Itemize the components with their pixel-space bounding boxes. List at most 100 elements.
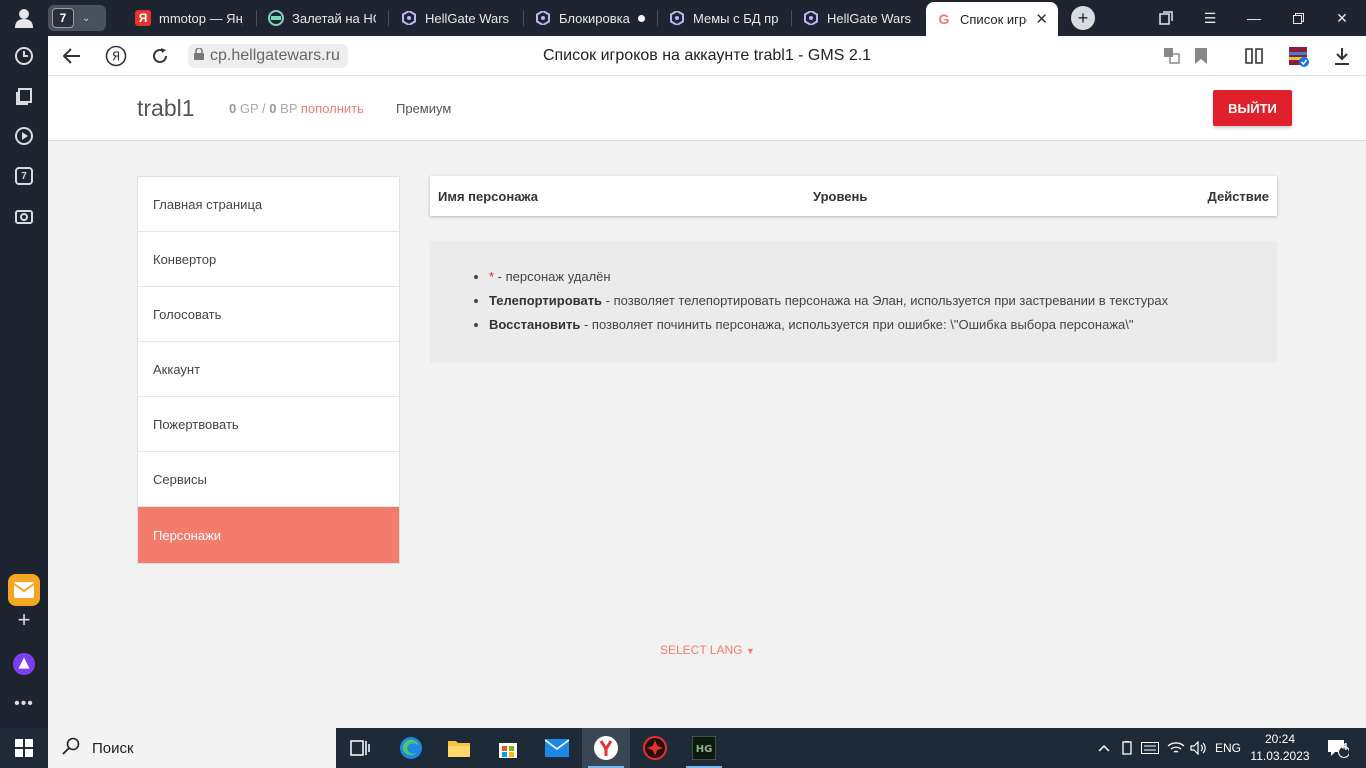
column-header-action: Действие bbox=[1207, 188, 1269, 204]
tab-site-icon bbox=[268, 10, 284, 26]
restore-icon[interactable] bbox=[1276, 0, 1320, 36]
browser-tab[interactable]: Блокировка bbox=[525, 3, 655, 33]
browser-tab[interactable]: Я mmotop — Янд bbox=[125, 3, 253, 33]
minimize-icon[interactable]: — bbox=[1232, 0, 1276, 36]
yandex-home-icon[interactable]: Я bbox=[104, 44, 128, 68]
search-icon bbox=[62, 737, 80, 759]
hellgate-game-icon[interactable]: HG bbox=[680, 728, 728, 768]
wifi-icon[interactable] bbox=[1165, 728, 1187, 768]
select-lang-label: SELECT LANG bbox=[660, 643, 743, 657]
notifications-icon[interactable]: 4 bbox=[1318, 728, 1358, 768]
file-explorer-icon[interactable] bbox=[435, 728, 483, 768]
browser-tab-label: Залетай на HG bbox=[292, 10, 376, 26]
windows-start-icon[interactable] bbox=[0, 728, 48, 768]
alice-icon[interactable] bbox=[12, 652, 36, 676]
collections-icon[interactable] bbox=[12, 84, 36, 108]
sidebar-item-characters[interactable]: Персонажи bbox=[138, 507, 399, 563]
note-term: Восстановить bbox=[489, 317, 581, 332]
sidebar-item-donate[interactable]: Пожертвовать bbox=[138, 397, 399, 452]
add-panel-icon[interactable]: + bbox=[12, 607, 36, 632]
show-hidden-icons[interactable] bbox=[1094, 728, 1114, 768]
mail-icon[interactable] bbox=[533, 728, 581, 768]
bookmark-icon[interactable] bbox=[1189, 44, 1213, 68]
reload-icon[interactable] bbox=[148, 44, 172, 68]
tab-divider bbox=[657, 10, 658, 26]
menu-icon[interactable]: ☰ bbox=[1188, 0, 1232, 36]
new-tab-button[interactable]: + bbox=[1071, 6, 1095, 30]
logout-button[interactable]: ВЫЙТИ bbox=[1213, 90, 1292, 126]
note-item: Телепортировать - позволяет телепортиров… bbox=[489, 289, 1277, 313]
topup-link[interactable]: пополнить bbox=[301, 101, 364, 116]
characters-table-header: Имя персонажа Уровень Действие bbox=[430, 176, 1277, 216]
sidebar-item-home[interactable]: Главная страница bbox=[138, 177, 399, 232]
volume-icon[interactable] bbox=[1188, 728, 1210, 768]
hellgate-icon bbox=[535, 10, 551, 26]
mail-app-icon[interactable] bbox=[8, 574, 40, 606]
back-icon[interactable] bbox=[60, 44, 84, 68]
close-window-icon[interactable]: ✕ bbox=[1320, 0, 1364, 36]
taskbar-clock[interactable]: 20:24 11.03.2023 bbox=[1250, 731, 1310, 765]
more-icon[interactable]: ••• bbox=[12, 692, 36, 716]
sidebar-item-services[interactable]: Сервисы bbox=[138, 452, 399, 507]
note-text: - персонаж удалён bbox=[494, 269, 611, 284]
browser-tab-label: HellGate Wars bbox=[425, 10, 510, 26]
sidebar-item-vote[interactable]: Голосовать bbox=[138, 287, 399, 342]
browser-tab-label: Список игроков bbox=[960, 11, 1027, 27]
browser-tab[interactable]: HellGate Wars bbox=[391, 3, 521, 33]
tab-group-count: 7 bbox=[52, 8, 74, 28]
svg-text:Я: Я bbox=[112, 50, 120, 64]
note-text: - позволяет телепортировать персонажа на… bbox=[602, 293, 1169, 308]
note-item: Восстановить - позволяет починить персон… bbox=[489, 313, 1277, 337]
svg-text:HG: HG bbox=[696, 744, 713, 755]
sidebar-menu: Главная страница Конвертор Голосовать Ак… bbox=[137, 176, 400, 564]
translate-icon[interactable] bbox=[1160, 44, 1184, 68]
edge-icon[interactable] bbox=[387, 728, 435, 768]
profile-icon[interactable] bbox=[0, 0, 48, 36]
premium-link[interactable]: Премиум bbox=[396, 101, 451, 116]
input-language[interactable]: ENG bbox=[1212, 728, 1244, 768]
hellgate-icon bbox=[669, 10, 685, 26]
history-icon[interactable] bbox=[12, 44, 36, 68]
browser-tab[interactable]: Мемы с БД про bbox=[659, 3, 789, 33]
yandex-browser-icon[interactable] bbox=[582, 728, 630, 768]
battery-icon[interactable] bbox=[1118, 728, 1136, 768]
keyboard-icon[interactable] bbox=[1140, 728, 1160, 768]
browser-tab-label: HellGate Wars bbox=[827, 10, 912, 26]
bookmarks-panel-icon[interactable] bbox=[1144, 0, 1188, 36]
sidebar-item-converter[interactable]: Конвертор bbox=[138, 232, 399, 287]
browser-tab-active[interactable]: G Список игроков ✕ bbox=[926, 2, 1058, 36]
bp-unit: BP bbox=[280, 101, 298, 116]
search-placeholder: Поиск bbox=[92, 739, 134, 757]
play-icon[interactable] bbox=[12, 124, 36, 148]
store-icon[interactable] bbox=[484, 728, 532, 768]
tab-count-icon[interactable]: 7 bbox=[12, 164, 36, 188]
gp-value: 0 bbox=[229, 101, 237, 116]
gms-icon: G bbox=[938, 11, 950, 27]
notifications-count: 4 bbox=[1342, 742, 1348, 753]
lock-icon bbox=[194, 47, 204, 65]
gp-unit: GP bbox=[239, 101, 259, 116]
hellgate-icon bbox=[803, 10, 819, 26]
reading-list-icon[interactable] bbox=[1242, 44, 1266, 68]
clock-date: 11.03.2023 bbox=[1250, 749, 1310, 763]
download-icon[interactable] bbox=[1330, 44, 1354, 68]
game-launcher-icon[interactable] bbox=[631, 728, 679, 768]
browser-tab-label: mmotop — Янд bbox=[159, 10, 243, 26]
close-tab-icon[interactable]: ✕ bbox=[1035, 10, 1048, 28]
sidebar-item-account[interactable]: Аккаунт bbox=[138, 342, 399, 397]
account-username: trabl1 bbox=[137, 95, 195, 121]
url-field[interactable]: cp.hellgatewars.ru bbox=[188, 44, 348, 68]
browser-tab[interactable]: HellGate Wars bbox=[793, 3, 923, 33]
task-view-icon[interactable] bbox=[336, 728, 384, 768]
note-item: * - персонаж удалён bbox=[489, 265, 1277, 289]
column-header-level: Уровень bbox=[813, 188, 868, 204]
tab-divider bbox=[523, 10, 524, 26]
taskbar-search[interactable]: Поиск bbox=[48, 728, 336, 768]
browser-tab-label: Блокировка bbox=[559, 10, 630, 26]
clock-time: 20:24 bbox=[1264, 732, 1296, 746]
select-language-dropdown[interactable]: SELECT LANG ▼ bbox=[660, 643, 755, 657]
extension-icon[interactable] bbox=[1286, 44, 1310, 68]
screenshot-icon[interactable] bbox=[12, 204, 36, 228]
browser-tab[interactable]: Залетай на HG bbox=[258, 3, 386, 33]
tab-group-button[interactable]: 7 ⌄ bbox=[48, 5, 106, 31]
